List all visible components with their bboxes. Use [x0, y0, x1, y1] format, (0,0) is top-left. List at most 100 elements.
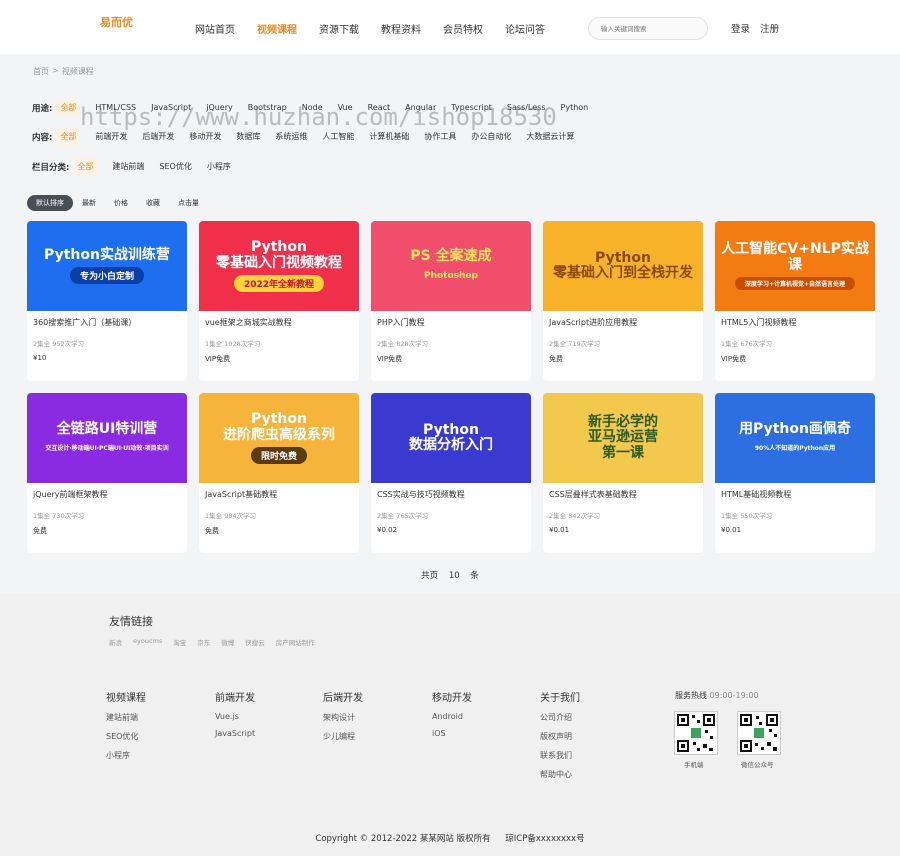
nav-item-tutorials[interactable]: 教程资料 [381, 21, 421, 36]
sort-clicks[interactable]: 点击量 [169, 195, 208, 211]
filter-option[interactable]: SEO优化 [159, 161, 191, 172]
course-price: 免费 [33, 527, 47, 535]
filter-option[interactable]: 全部 [56, 99, 81, 116]
course-thumbnail[interactable]: Python 数据分析入门 [371, 393, 531, 483]
course-meta: 1集全 550次学习 [721, 512, 773, 520]
course-title[interactable]: vue框架之商城实战教程 [199, 311, 359, 341]
nav-item-home[interactable]: 网站首页 [195, 21, 235, 36]
filter-option[interactable]: jQuery [206, 103, 233, 112]
filter-option[interactable]: Typescript [451, 103, 492, 112]
filter-option[interactable]: 移动开发 [189, 131, 221, 142]
friend-link[interactable]: 淘宝 [173, 637, 186, 647]
filter-option[interactable]: 后端开发 [142, 131, 174, 142]
filter-option[interactable]: Python [561, 103, 589, 112]
friend-link[interactable]: eyoucms [133, 637, 162, 647]
course-card[interactable]: 新手必学的 亚马逊运营 第一课 CSS层叠样式表基础教程 2集全 842次学习 ¥0.… [543, 393, 703, 553]
filter-option[interactable]: 全部 [73, 158, 98, 175]
breadcrumb-home[interactable]: 首页 [33, 66, 49, 77]
filter-option[interactable]: 小程序 [207, 161, 231, 172]
friend-link[interactable]: 房产网站制作 [276, 637, 315, 647]
footer-link[interactable]: 小程序 [106, 750, 146, 761]
course-title[interactable]: 360搜索推广入门（基础课） [27, 311, 187, 341]
sort-newest[interactable]: 最新 [73, 195, 105, 211]
course-card[interactable]: 人工智能CV+NLP实战课 深度学习+计算机视觉+自然语言处理 HTML5入门视频教… [715, 221, 875, 381]
filter-option[interactable]: React [368, 103, 391, 112]
footer-link[interactable]: 公司介绍 [540, 712, 580, 723]
filter-option[interactable]: 前端开发 [95, 131, 127, 142]
course-card[interactable]: 用Python画佩奇 90%人不知道的Python应用 HTML基础视频教程 1集全 … [715, 393, 875, 553]
friend-link[interactable]: 新浪 [109, 637, 122, 647]
footer-link[interactable]: 联系我们 [540, 750, 580, 761]
course-thumbnail[interactable]: 新手必学的 亚马逊运营 第一课 [543, 393, 703, 483]
register-link[interactable]: 注册 [760, 21, 779, 35]
filter-option[interactable]: 数据库 [236, 131, 260, 142]
nav-item-forum[interactable]: 论坛问答 [505, 21, 545, 36]
course-thumbnail[interactable]: Python 零基础入门到全栈开发 [543, 221, 703, 311]
footer-link[interactable]: 版权声明 [540, 731, 580, 742]
sort-favorites[interactable]: 收藏 [137, 195, 169, 211]
footer-link[interactable]: SEO优化 [106, 731, 146, 742]
course-title[interactable]: CSS实战与技巧视频教程 [371, 483, 531, 513]
course-thumbnail[interactable]: Python 零基础入门视频教程 2022年全新教程 [199, 221, 359, 311]
footer-link[interactable]: 少儿编程 [323, 731, 363, 742]
course-title[interactable]: HTML基础视频教程 [715, 483, 875, 513]
filter-option[interactable]: 全部 [56, 128, 81, 145]
filter-option[interactable]: 系统运维 [275, 131, 307, 142]
filter-option[interactable]: 建站前端 [112, 161, 144, 172]
filter-option[interactable]: 计算机基础 [369, 131, 409, 142]
filter-option[interactable]: Node [302, 103, 323, 112]
friend-link[interactable]: 京东 [197, 637, 210, 647]
nav-item-downloads[interactable]: 资源下载 [319, 21, 359, 36]
filter-option[interactable]: 大数据云计算 [526, 131, 574, 142]
sort-default[interactable]: 默认排序 [27, 195, 73, 211]
course-thumbnail[interactable]: Python 进阶爬虫高级系列 限时免费 [199, 393, 359, 483]
course-card[interactable]: PS 全案速成 Photoshop PHP入门教程 2集全 828次学习 VIP免费 [371, 221, 531, 381]
course-title[interactable]: HTML5入门视频教程 [715, 311, 875, 341]
course-title[interactable]: PHP入门教程 [371, 311, 531, 341]
footer-link[interactable]: 建站前端 [106, 712, 146, 723]
filter-option[interactable]: 人工智能 [322, 131, 354, 142]
footer-col-title: 视频课程 [106, 693, 146, 704]
course-card[interactable]: 全链路UI特训营 交互设计·移动端UI·PC端UI·UI动效·项目实训 jQuery… [27, 393, 187, 553]
search-input[interactable] [601, 24, 701, 33]
filter-option[interactable]: 办公自动化 [471, 131, 511, 142]
course-thumbnail[interactable]: 人工智能CV+NLP实战课 深度学习+计算机视觉+自然语言处理 [715, 221, 875, 311]
footer-link[interactable]: Vue.js [215, 712, 255, 721]
nav-item-video-courses[interactable]: 视频课程 [257, 21, 297, 36]
filter-option[interactable]: Angular [405, 103, 436, 112]
nav-item-vip[interactable]: 会员特权 [443, 21, 483, 36]
course-thumbnail[interactable]: Python实战训练营 专为小白定制 [27, 221, 187, 311]
course-card[interactable]: Python 进阶爬虫高级系列 限时免费 JavaScript基础教程 1集全 984… [199, 393, 359, 553]
footer-link[interactable]: JavaScript [215, 729, 255, 738]
friend-link[interactable]: 快搜云 [245, 637, 265, 647]
course-card[interactable]: Python实战训练营 专为小白定制 360搜索推广入门（基础课） 2集全 952次学… [27, 221, 187, 381]
footer-link[interactable]: 帮助中心 [540, 769, 580, 780]
footer-link[interactable]: Android [432, 712, 472, 721]
filter-option[interactable]: 协作工具 [424, 131, 456, 142]
course-thumbnail[interactable]: 用Python画佩奇 90%人不知道的Python应用 [715, 393, 875, 483]
course-card[interactable]: Python 零基础入门视频教程 2022年全新教程 vue框架之商城实战教程 1集全… [199, 221, 359, 381]
filter-option[interactable]: JavaScript [151, 103, 191, 112]
course-card[interactable]: Python 零基础入门到全栈开发 JavaScript进阶应用教程 2集全 719… [543, 221, 703, 381]
sort-price[interactable]: 价格 [105, 195, 137, 211]
login-link[interactable]: 登录 [731, 21, 750, 35]
footer-link[interactable]: iOS [432, 729, 472, 738]
filter-content: 内容: 全部 前端开发 后端开发 移动开发 数据库 系统运维 人工智能 计算机基… [32, 128, 589, 145]
filter-option[interactable]: Bootstrap [248, 103, 287, 112]
filter-option[interactable]: HTML/CSS [95, 103, 136, 112]
course-thumbnail[interactable]: 全链路UI特训营 交互设计·移动端UI·PC端UI·UI动效·项目实训 [27, 393, 187, 483]
friend-link[interactable]: 微博 [221, 637, 234, 647]
footer-link[interactable]: 架构设计 [323, 712, 363, 723]
filter-option[interactable]: Sass/Less [507, 103, 546, 112]
copyright: Copyright © 2012-2022 某某网站 版权所有 琼ICP备xxx… [0, 832, 900, 844]
course-card[interactable]: Python 数据分析入门 CSS实战与技巧视频教程 2集全 765次学习 ¥0.02 [371, 393, 531, 553]
course-title[interactable]: CSS层叠样式表基础教程 [543, 483, 703, 513]
course-title[interactable]: JavaScript进阶应用教程 [543, 311, 703, 341]
course-thumbnail[interactable]: PS 全案速成 Photoshop [371, 221, 531, 311]
filter-option[interactable]: Vue [338, 103, 353, 112]
course-title[interactable]: JavaScript基础教程 [199, 483, 359, 513]
course-title[interactable]: jQuery前端框架教程 [27, 483, 187, 513]
search-box[interactable] [588, 17, 708, 40]
icp-number[interactable]: 琼ICP备xxxxxxxx号 [505, 834, 584, 844]
site-logo[interactable]: 易而优 [100, 14, 133, 30]
